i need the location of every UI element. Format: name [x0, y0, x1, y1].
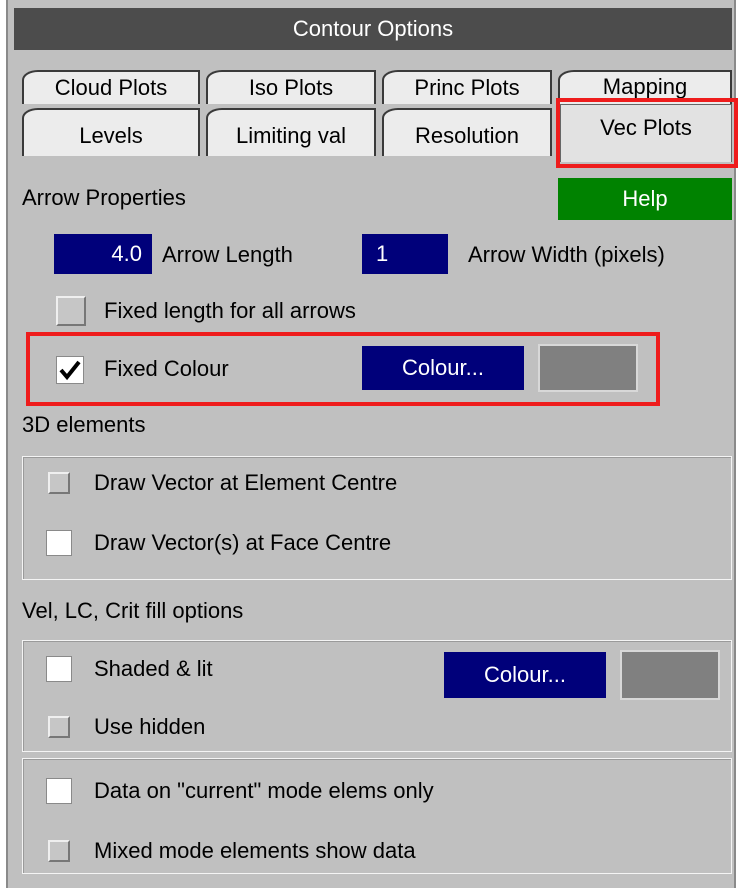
tab-limiting-val[interactable]: Limiting val [206, 108, 376, 156]
3d-elements-heading: 3D elements [22, 412, 146, 437]
tab-label: Levels [79, 123, 143, 148]
mixed-mode-checkbox[interactable] [48, 840, 70, 862]
help-label: Help [622, 186, 668, 211]
use-hidden-label: Use hidden [94, 714, 206, 739]
arrow-width-value: 1 [376, 241, 389, 266]
draw-element-centre-label: Draw Vector at Element Centre [94, 470, 398, 495]
fill-options-heading: Vel, LC, Crit fill options [22, 598, 244, 623]
tab-princ-plots[interactable]: Princ Plots [382, 70, 552, 104]
current-mode-label: Data on "current" mode elems only [94, 778, 434, 803]
fill-colour-swatch [620, 650, 720, 700]
tab-levels[interactable]: Levels [22, 108, 200, 156]
tab-label: Limiting val [235, 123, 347, 148]
fixed-colour-highlight [26, 332, 660, 406]
tab-resolution[interactable]: Resolution [382, 108, 552, 156]
window-title-text: Contour Options [292, 16, 454, 41]
arrow-width-input[interactable]: 1 [362, 234, 448, 274]
tab-cloud-plots[interactable]: Cloud Plots [22, 70, 200, 104]
draw-face-centre-label: Draw Vector(s) at Face Centre [94, 530, 392, 555]
draw-element-centre-checkbox[interactable] [48, 472, 70, 494]
fixed-length-checkbox[interactable] [56, 296, 86, 326]
arrow-length-input[interactable]: 4.0 [54, 234, 152, 274]
fixed-length-label: Fixed length for all arrows [104, 298, 356, 323]
arrow-width-label: Arrow Width (pixels) [468, 242, 665, 267]
shaded-lit-checkbox[interactable] [46, 656, 72, 682]
use-hidden-checkbox[interactable] [48, 716, 70, 738]
tab-label: Cloud Plots [54, 75, 168, 100]
current-mode-checkbox[interactable] [46, 778, 72, 804]
tab-label: Princ Plots [414, 75, 520, 100]
tab-label: Mapping [602, 74, 688, 99]
tab-iso-plots[interactable]: Iso Plots [206, 70, 376, 104]
window-title: Contour Options [14, 8, 732, 50]
fill-colour-button[interactable]: Colour... [444, 652, 606, 698]
help-button[interactable]: Help [558, 178, 732, 220]
arrow-properties-heading: Arrow Properties [22, 185, 186, 210]
mixed-mode-label: Mixed mode elements show data [94, 838, 416, 863]
arrow-length-value: 4.0 [111, 241, 142, 266]
tab-label: Resolution [415, 123, 519, 148]
shaded-lit-label: Shaded & lit [94, 656, 213, 681]
arrow-length-label: Arrow Length [162, 242, 293, 267]
draw-face-centre-checkbox[interactable] [46, 530, 72, 556]
tab-label: Iso Plots [248, 75, 334, 100]
colour-button-label: Colour... [484, 662, 566, 687]
vec-plots-highlight [556, 98, 738, 168]
